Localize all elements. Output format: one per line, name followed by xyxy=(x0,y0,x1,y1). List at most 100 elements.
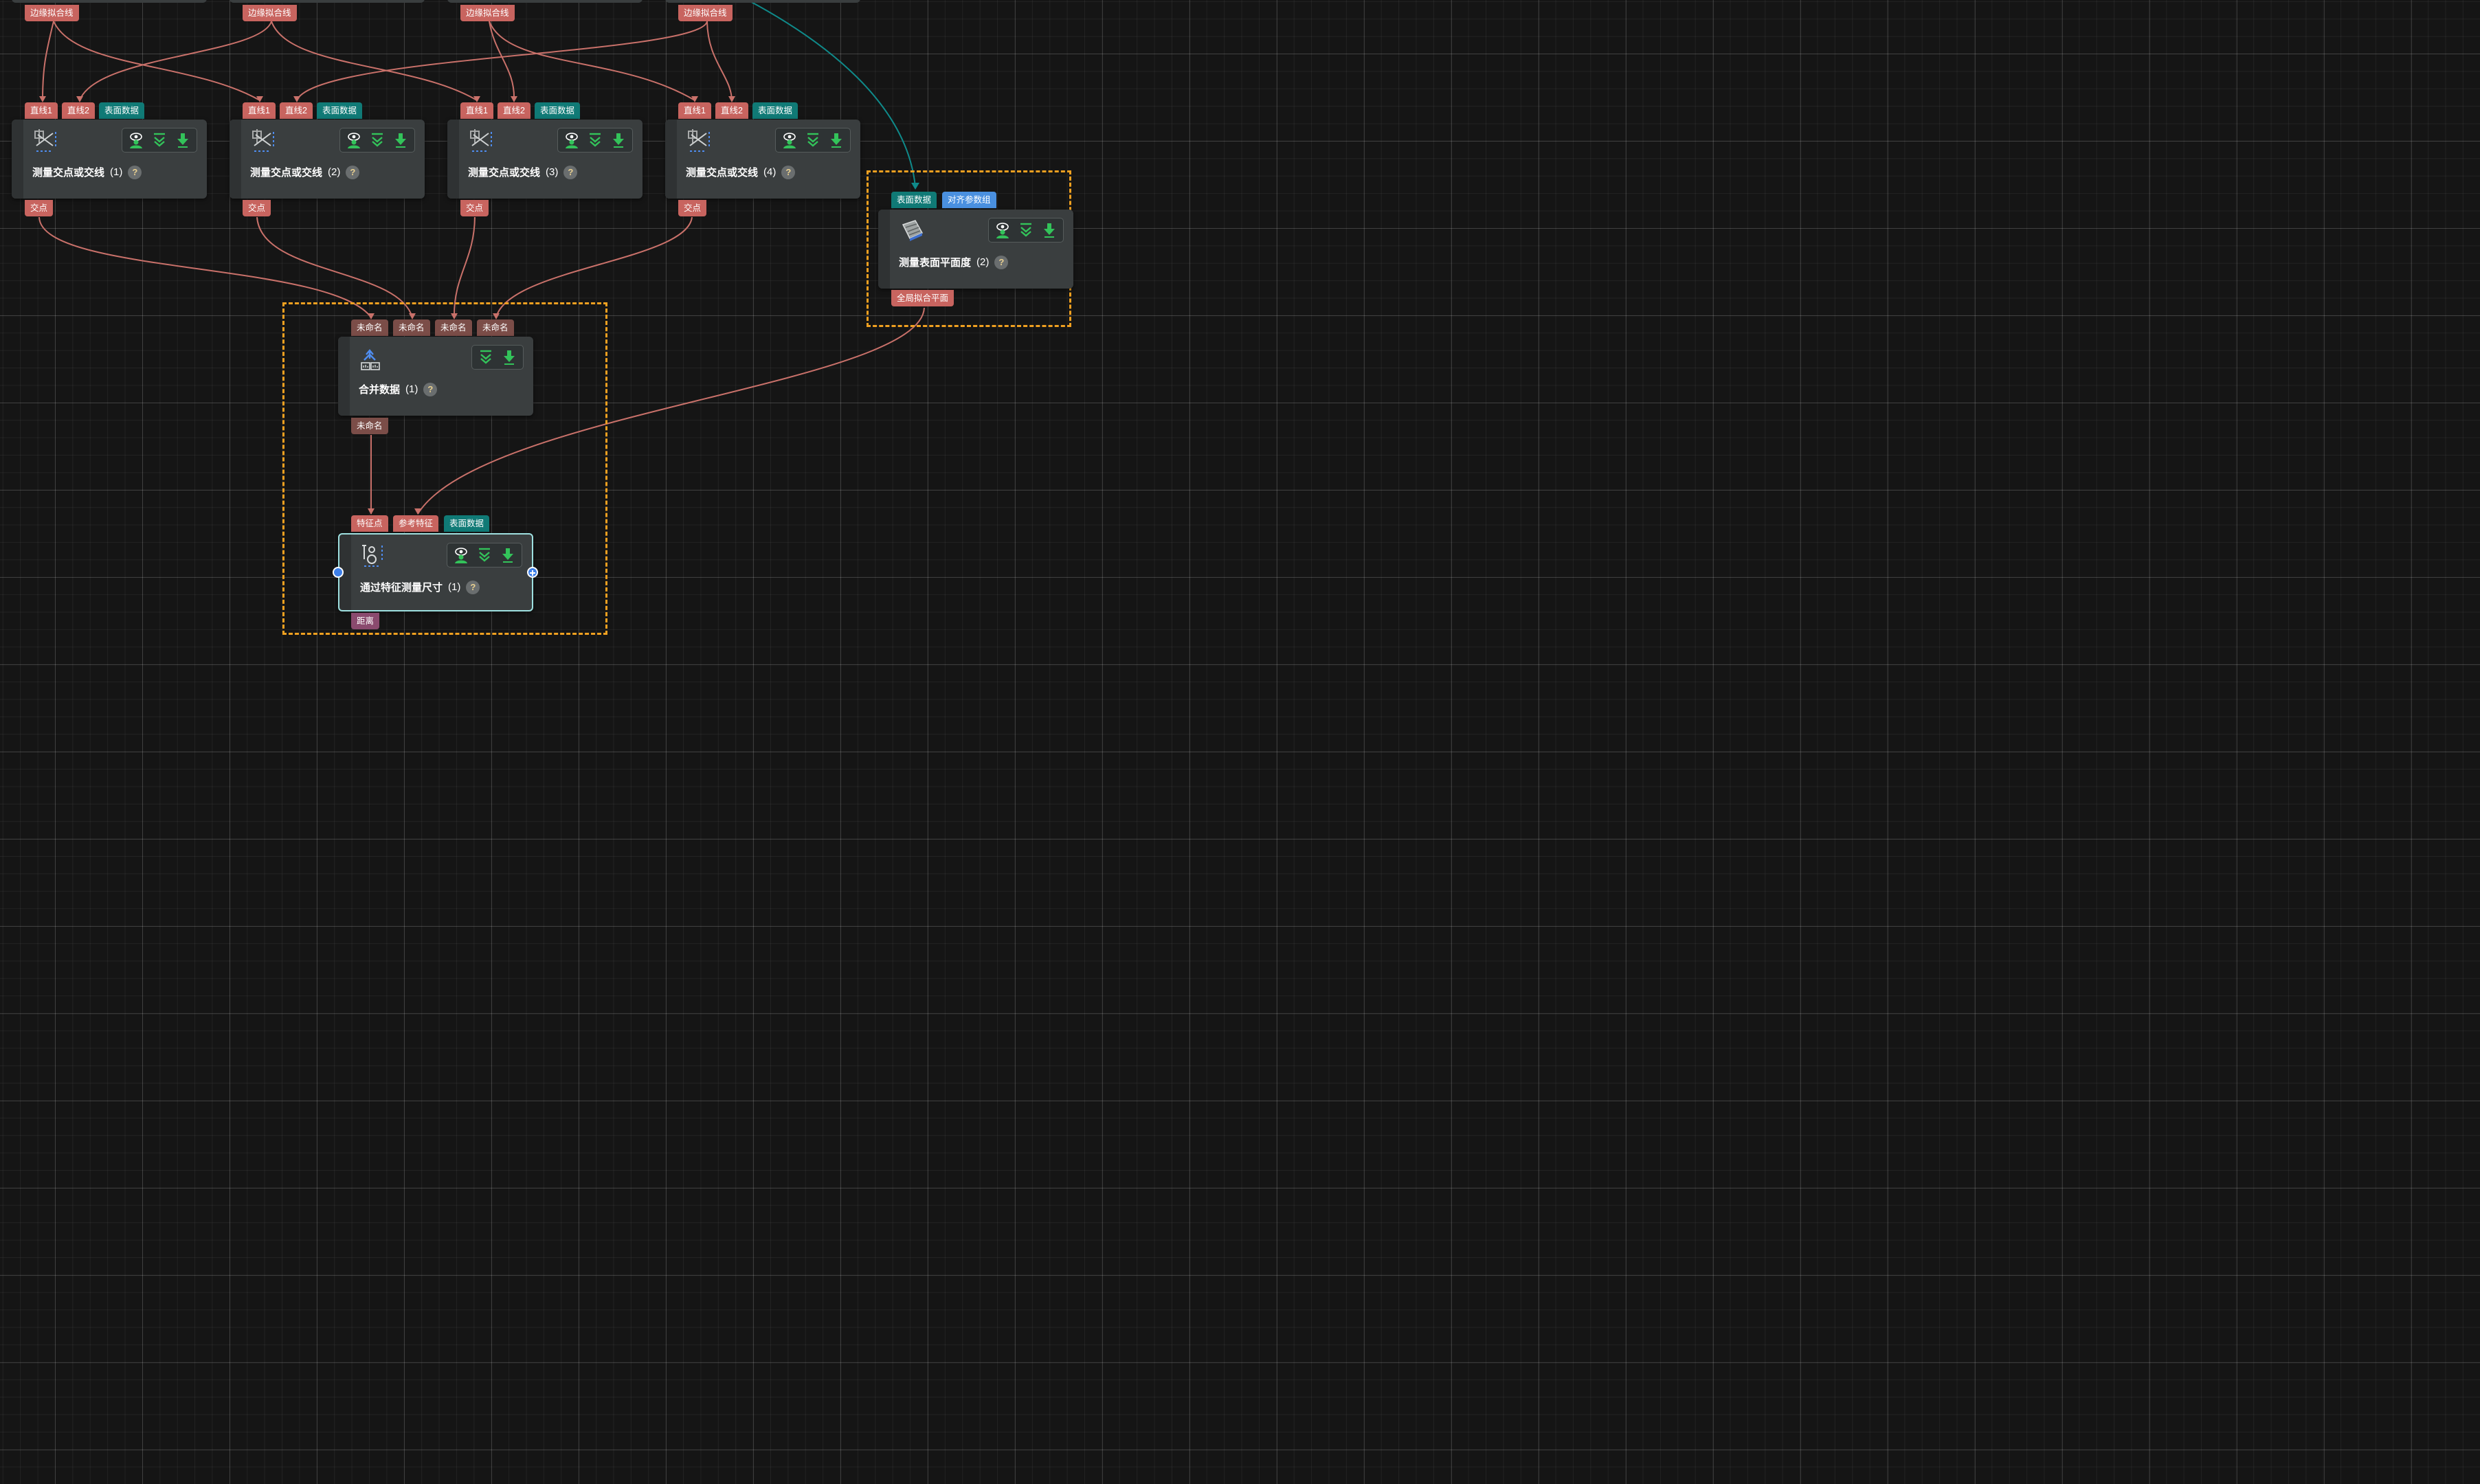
help-icon[interactable]: ? xyxy=(346,165,360,179)
output-port-intersection[interactable]: 交点 xyxy=(25,200,54,216)
help-icon[interactable]: ? xyxy=(781,165,796,179)
node-count: (1) xyxy=(110,166,123,178)
eye-icon[interactable] xyxy=(451,546,471,565)
output-port-edge-fit-line[interactable]: 边缘拟合线 xyxy=(25,5,79,21)
measure-flatness-node[interactable]: 测量表面平面度 (2) ? xyxy=(878,210,1073,289)
input-port-surface-data[interactable]: 表面数据 xyxy=(317,102,363,119)
eye-icon[interactable] xyxy=(344,131,364,150)
chevrons-down-icon[interactable] xyxy=(585,131,605,150)
wire-arrow xyxy=(76,96,83,102)
wire xyxy=(706,21,733,101)
measure-intersection-node-3[interactable]: 测量交点或交线 (3) ? xyxy=(447,120,643,199)
measure-intersection-node-4[interactable]: 测量交点或交线 (4) ? xyxy=(665,120,860,199)
input-port-line1[interactable]: 直线1 xyxy=(678,102,711,119)
output-port-distance[interactable]: 距离 xyxy=(351,613,380,629)
input-port-alignment-params[interactable]: 对齐参数组 xyxy=(942,192,996,208)
merge-data-node[interactable]: 合并数据 (1) ? xyxy=(338,337,533,416)
input-port-surface-data[interactable]: 表面数据 xyxy=(99,102,145,119)
output-port-unnamed[interactable]: 未命名 xyxy=(351,418,388,434)
eye-icon[interactable] xyxy=(780,131,799,150)
input-port-surface-data[interactable]: 表面数据 xyxy=(752,102,798,119)
caliper-icon xyxy=(360,543,388,570)
node-name: 测量交点或交线 xyxy=(468,167,541,179)
input-port-surface-data[interactable]: 表面数据 xyxy=(891,192,937,208)
download-icon[interactable] xyxy=(173,131,192,150)
download-icon[interactable] xyxy=(827,131,846,150)
node-title: 测量交点或交线 (1) ? xyxy=(32,165,142,179)
add-connector-handle[interactable] xyxy=(527,567,538,578)
input-port-surface-data[interactable]: 表面数据 xyxy=(535,102,581,119)
input-port-line2[interactable]: 直线2 xyxy=(62,102,95,119)
input-port-feature-point[interactable]: 特征点 xyxy=(351,515,388,532)
merge-icon xyxy=(359,345,386,372)
surface-icon xyxy=(899,218,926,245)
eye-icon[interactable] xyxy=(126,131,146,150)
node-title: 测量交点或交线 (2) ? xyxy=(250,165,360,179)
input-port-line2[interactable]: 直线2 xyxy=(715,102,748,119)
eye-icon[interactable] xyxy=(993,221,1012,240)
node-toolbar xyxy=(988,218,1064,243)
wire-arrow xyxy=(691,96,698,102)
download-icon[interactable] xyxy=(498,546,517,565)
chevrons-down-icon[interactable] xyxy=(475,546,494,565)
chevrons-down-icon[interactable] xyxy=(803,131,823,150)
wire xyxy=(271,21,478,101)
output-port-edge-fit-line[interactable]: 边缘拟合线 xyxy=(678,5,733,21)
download-icon[interactable] xyxy=(1040,221,1059,240)
node-title: 测量表面平面度 (2) ? xyxy=(899,255,1009,269)
chevrons-down-icon[interactable] xyxy=(368,131,387,150)
output-port-edge-fit-line[interactable]: 边缘拟合线 xyxy=(243,5,297,21)
output-port-intersection[interactable]: 交点 xyxy=(460,200,489,216)
node-title: 测量交点或交线 (3) ? xyxy=(468,165,578,179)
help-icon[interactable]: ? xyxy=(423,382,438,396)
node-toolbar xyxy=(471,345,524,370)
chevrons-down-icon[interactable] xyxy=(150,131,169,150)
node-name: 测量表面平面度 xyxy=(899,257,972,269)
node-toolbar xyxy=(447,543,522,567)
download-icon[interactable] xyxy=(609,131,628,150)
node-count: (2) xyxy=(328,166,341,178)
wire xyxy=(42,21,54,101)
intersection-icon xyxy=(250,128,278,155)
wire-arrow xyxy=(39,96,46,102)
eye-icon[interactable] xyxy=(562,131,581,150)
wire-arrow xyxy=(256,96,263,102)
measure-intersection-node-1[interactable]: 测量交点或交线 (1) ? xyxy=(12,120,207,199)
help-icon[interactable]: ? xyxy=(563,165,578,179)
input-port-line2[interactable]: 直线2 xyxy=(498,102,530,119)
input-port-reference-feature[interactable]: 参考特征 xyxy=(393,515,439,532)
wire-arrow xyxy=(511,96,517,102)
input-port-unnamed[interactable]: 未命名 xyxy=(393,319,430,336)
node-toolbar xyxy=(775,128,851,153)
node-name: 测量交点或交线 xyxy=(32,167,105,179)
input-port-unnamed[interactable]: 未命名 xyxy=(351,319,388,336)
help-icon[interactable]: ? xyxy=(994,255,1009,269)
chevrons-down-icon[interactable] xyxy=(1016,221,1036,240)
output-port-edge-fit-line[interactable]: 边缘拟合线 xyxy=(460,5,515,21)
left-connector-handle[interactable] xyxy=(333,567,344,578)
plus-icon xyxy=(530,570,535,576)
node-name: 通过特征测量尺寸 xyxy=(360,582,443,594)
help-icon[interactable]: ? xyxy=(466,580,480,594)
output-port-intersection[interactable]: 交点 xyxy=(678,200,707,216)
node-name: 测量交点或交线 xyxy=(250,167,323,179)
output-port-global-fit-plane[interactable]: 全局拟合平面 xyxy=(891,290,954,306)
download-icon[interactable] xyxy=(500,348,519,367)
input-port-line1[interactable]: 直线1 xyxy=(25,102,58,119)
measure-intersection-node-2[interactable]: 测量交点或交线 (2) ? xyxy=(230,120,425,199)
chevrons-down-icon[interactable] xyxy=(476,348,495,367)
input-port-unnamed[interactable]: 未命名 xyxy=(435,319,472,336)
output-port-intersection[interactable]: 交点 xyxy=(243,200,271,216)
wire xyxy=(489,21,515,101)
top-node-stub xyxy=(665,0,860,3)
input-port-unnamed[interactable]: 未命名 xyxy=(477,319,514,336)
wire-arrow xyxy=(728,96,735,102)
input-port-surface-data[interactable]: 表面数据 xyxy=(444,515,490,532)
input-port-line1[interactable]: 直线1 xyxy=(460,102,493,119)
help-icon[interactable]: ? xyxy=(128,165,142,179)
node-name: 测量交点或交线 xyxy=(686,167,759,179)
measure-by-feature-node[interactable]: 通过特征测量尺寸 (1) ? xyxy=(338,533,533,611)
input-port-line1[interactable]: 直线1 xyxy=(243,102,276,119)
download-icon[interactable] xyxy=(391,131,410,150)
input-port-line2[interactable]: 直线2 xyxy=(280,102,313,119)
